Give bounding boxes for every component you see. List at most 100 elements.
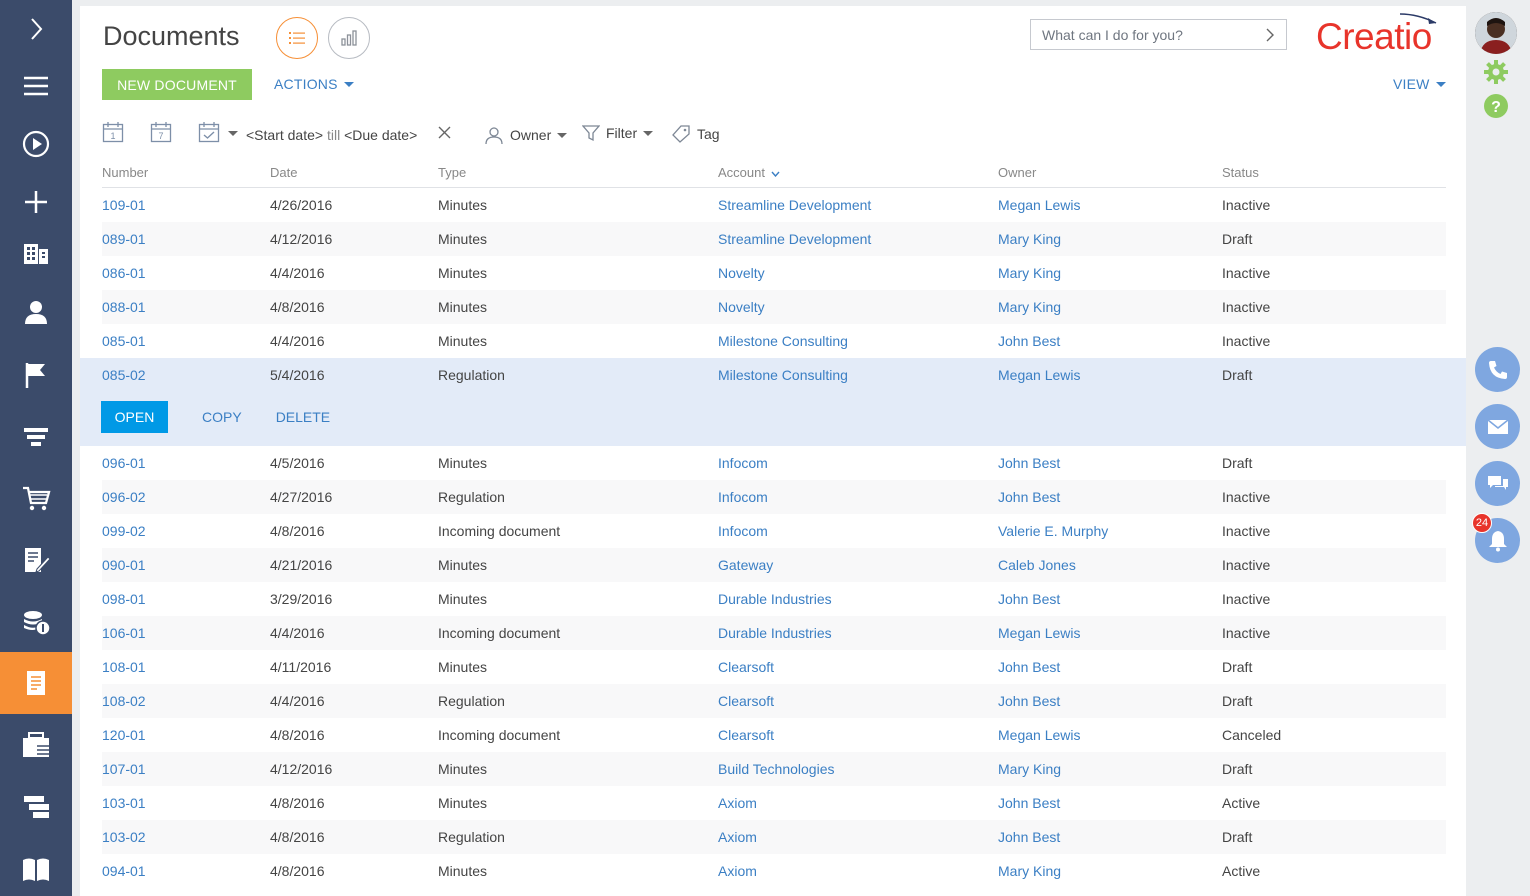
table-row[interactable]: 103-01 4/8/2016 Minutes Axiom John Best Activ… (102, 786, 1446, 820)
account-link[interactable]: Durable Industries (718, 591, 832, 607)
account-link[interactable]: Milestone Consulting (718, 333, 848, 349)
document-number-link[interactable]: 108-01 (102, 659, 146, 675)
account-link[interactable]: Axiom (718, 795, 757, 811)
table-row[interactable]: 088-01 4/8/2016 Minutes Novelty Mary King Ina… (102, 290, 1446, 324)
table-row[interactable]: 096-01 4/5/2016 Minutes Infocom John Best Dra… (102, 446, 1446, 480)
account-link[interactable]: Infocom (718, 455, 768, 471)
account-link[interactable]: Clearsoft (718, 727, 774, 743)
gear-icon[interactable] (1483, 59, 1509, 85)
chat-button[interactable] (1475, 461, 1520, 506)
document-number-link[interactable]: 090-01 (102, 557, 146, 573)
account-link[interactable]: Streamline Development (718, 197, 871, 213)
calendar-period-icon[interactable] (198, 121, 220, 143)
avatar[interactable] (1475, 12, 1517, 54)
nav-contracts-button[interactable] (0, 531, 72, 589)
new-document-button[interactable]: NEW DOCUMENT (102, 69, 252, 100)
document-number-link[interactable]: 108-02 (102, 693, 146, 709)
nav-processes-button[interactable] (0, 115, 72, 173)
owner-link[interactable]: Mary King (998, 761, 1061, 777)
date-range-filter[interactable]: <Start date> till <Due date> (246, 127, 417, 143)
close-icon[interactable] (438, 126, 451, 139)
table-row[interactable]: 085-01 4/4/2016 Minutes Milestone Consultin… (102, 324, 1446, 358)
nav-invoices-button[interactable] (0, 593, 72, 651)
copy-button[interactable]: COPY (190, 409, 254, 425)
owner-link[interactable]: Megan Lewis (998, 367, 1081, 383)
help-icon[interactable]: ? (1483, 93, 1509, 119)
table-row[interactable]: 108-02 4/4/2016 Regulation Clearsoft John Be… (102, 684, 1446, 718)
table-row[interactable]: 098-01 3/29/2016 Minutes Durable Industries… (102, 582, 1446, 616)
account-link[interactable]: Durable Industries (718, 625, 832, 641)
document-number-link[interactable]: 088-01 (102, 299, 146, 315)
owner-link[interactable]: John Best (998, 455, 1060, 471)
chevron-right-icon[interactable] (1264, 28, 1276, 42)
table-row[interactable]: 086-01 4/4/2016 Minutes Novelty Mary King Ina… (102, 256, 1446, 290)
column-date[interactable]: Date (270, 165, 297, 180)
table-row[interactable]: 108-01 4/11/2016 Minutes Clearsoft John Best… (102, 650, 1446, 684)
view-menu-button[interactable]: VIEW (1393, 76, 1446, 92)
owner-link[interactable]: Mary King (998, 863, 1061, 879)
list-view-button[interactable] (276, 17, 318, 59)
table-row[interactable]: 099-02 4/8/2016 Incoming document Infocom Va… (102, 514, 1446, 548)
account-link[interactable]: Milestone Consulting (718, 367, 848, 383)
nav-add-button[interactable] (0, 173, 72, 231)
document-number-link[interactable]: 107-01 (102, 761, 146, 777)
owner-link[interactable]: John Best (998, 489, 1060, 505)
column-type[interactable]: Type (438, 165, 466, 180)
table-row[interactable]: 094-01 4/8/2016 Minutes Axiom Mary King Activ… (102, 854, 1446, 888)
owner-link[interactable]: Caleb Jones (998, 557, 1076, 573)
actions-menu-button[interactable]: ACTIONS (274, 76, 354, 92)
calendar-day-icon[interactable]: 1 (102, 121, 124, 143)
account-link[interactable]: Novelty (718, 265, 765, 281)
start-date[interactable]: <Start date> (246, 127, 323, 143)
table-row[interactable]: 107-01 4/12/2016 Minutes Build Technologies… (102, 752, 1446, 786)
document-number-link[interactable]: 094-01 (102, 863, 146, 879)
command-line[interactable] (1030, 19, 1287, 50)
nav-opportunities-button[interactable] (0, 408, 72, 466)
owner-link[interactable]: John Best (998, 659, 1060, 675)
account-link[interactable]: Clearsoft (718, 693, 774, 709)
owner-filter[interactable]: Owner (484, 125, 568, 145)
nav-knowledge-base-button[interactable] (0, 840, 72, 896)
column-owner[interactable]: Owner (998, 165, 1036, 180)
nav-contacts-button[interactable] (0, 283, 72, 341)
table-row-selected[interactable]: 085-02 5/4/2016 Regulation Milestone Consul… (80, 358, 1466, 446)
analytics-view-button[interactable] (328, 17, 370, 59)
owner-link[interactable]: Mary King (998, 231, 1061, 247)
owner-link[interactable]: Megan Lewis (998, 197, 1081, 213)
document-number-link[interactable]: 096-01 (102, 455, 146, 471)
filter-menu[interactable]: Filter (582, 124, 654, 142)
owner-link[interactable]: Megan Lewis (998, 625, 1081, 641)
nav-menu-button[interactable] (0, 57, 72, 115)
column-status[interactable]: Status (1222, 165, 1259, 180)
document-number-link[interactable]: 103-01 (102, 795, 146, 811)
nav-projects-button[interactable] (0, 778, 72, 836)
delete-button[interactable]: DELETE (264, 409, 342, 425)
table-row[interactable]: 103-02 4/8/2016 Regulation Axiom John Best Dr… (102, 820, 1446, 854)
table-row[interactable]: 106-01 4/4/2016 Incoming document Durable I… (102, 616, 1446, 650)
caret-down-icon[interactable] (228, 131, 238, 136)
owner-link[interactable]: Mary King (998, 265, 1061, 281)
table-row[interactable]: 109-01 4/26/2016 Minutes Streamline Develop… (102, 188, 1446, 222)
command-input[interactable] (1042, 26, 1252, 43)
document-number-link[interactable]: 096-02 (102, 489, 146, 505)
account-link[interactable]: Gateway (718, 557, 773, 573)
document-number-link[interactable]: 086-01 (102, 265, 146, 281)
document-number-link[interactable]: 085-02 (102, 367, 146, 383)
account-link[interactable]: Axiom (718, 829, 757, 845)
owner-link[interactable]: Valerie E. Murphy (998, 523, 1108, 539)
owner-link[interactable]: John Best (998, 829, 1060, 845)
calendar-week-icon[interactable]: 7 (150, 121, 172, 143)
open-button[interactable]: OPEN (101, 401, 168, 433)
account-link[interactable]: Novelty (718, 299, 765, 315)
table-row[interactable]: 090-01 4/21/2016 Minutes Gateway Caleb Jones… (102, 548, 1446, 582)
table-row[interactable]: 089-01 4/12/2016 Minutes Streamline Develop… (102, 222, 1446, 256)
owner-link[interactable]: John Best (998, 693, 1060, 709)
owner-link[interactable]: John Best (998, 795, 1060, 811)
owner-link[interactable]: Mary King (998, 299, 1061, 315)
account-link[interactable]: Build Technologies (718, 761, 835, 777)
document-number-link[interactable]: 089-01 (102, 231, 146, 247)
email-button[interactable] (1475, 404, 1520, 449)
table-row[interactable]: 096-02 4/27/2016 Regulation Infocom John Bes… (102, 480, 1446, 514)
document-number-link[interactable]: 099-02 (102, 523, 146, 539)
column-number[interactable]: Number (102, 165, 148, 180)
